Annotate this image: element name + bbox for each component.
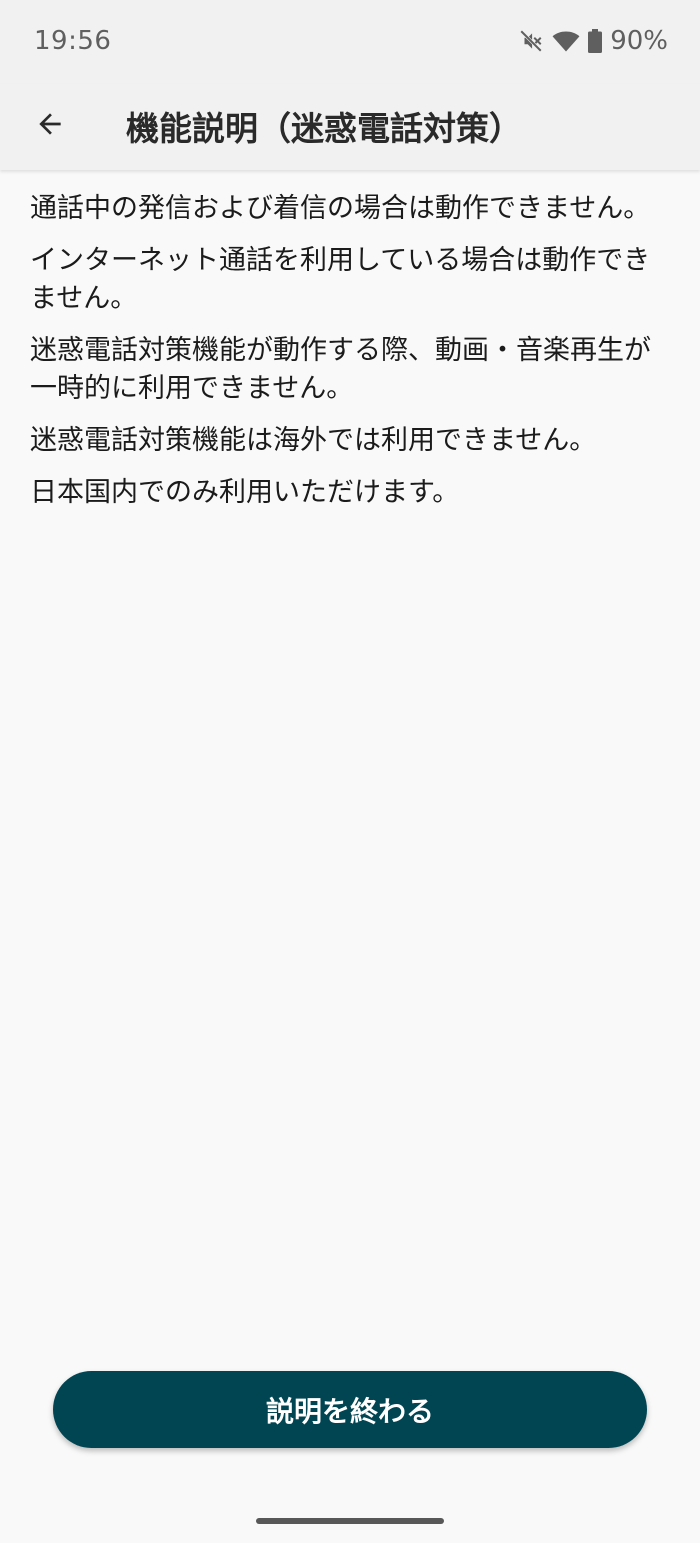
arrow-left-icon bbox=[34, 108, 66, 144]
description-paragraph: インターネット通話を利用している場合は動作できません。 bbox=[30, 245, 651, 314]
description-content: 通話中の発信および着信の場合は動作できません。 インターネット通話を利用している… bbox=[30, 190, 656, 526]
mute-vibrate-off-icon bbox=[518, 28, 544, 54]
description-paragraph: 迷惑電話対策機能が動作する際、動画・音楽再生が一時的に利用できません。 bbox=[30, 335, 651, 404]
battery-percentage: 90% bbox=[610, 26, 668, 56]
back-button[interactable] bbox=[22, 98, 78, 154]
wifi-icon bbox=[552, 28, 580, 54]
page-title: 機能説明（迷惑電話対策） bbox=[126, 109, 522, 148]
battery-icon bbox=[588, 29, 603, 53]
end-explanation-button[interactable]: 説明を終わる bbox=[53, 1371, 647, 1448]
status-bar: 19:56 90% bbox=[0, 0, 700, 84]
description-paragraph: 迷惑電話対策機能は海外では利用できません。 bbox=[30, 425, 597, 456]
status-time: 19:56 bbox=[34, 26, 112, 56]
navigation-handle[interactable] bbox=[256, 1518, 444, 1524]
description-paragraph: 日本国内でのみ利用いただけます。 bbox=[30, 477, 460, 508]
app-bar: 機能説明（迷惑電話対策） bbox=[0, 84, 700, 170]
status-icons: 90% bbox=[518, 26, 668, 56]
description-paragraph: 通話中の発信および着信の場合は動作できません。 bbox=[30, 193, 651, 224]
